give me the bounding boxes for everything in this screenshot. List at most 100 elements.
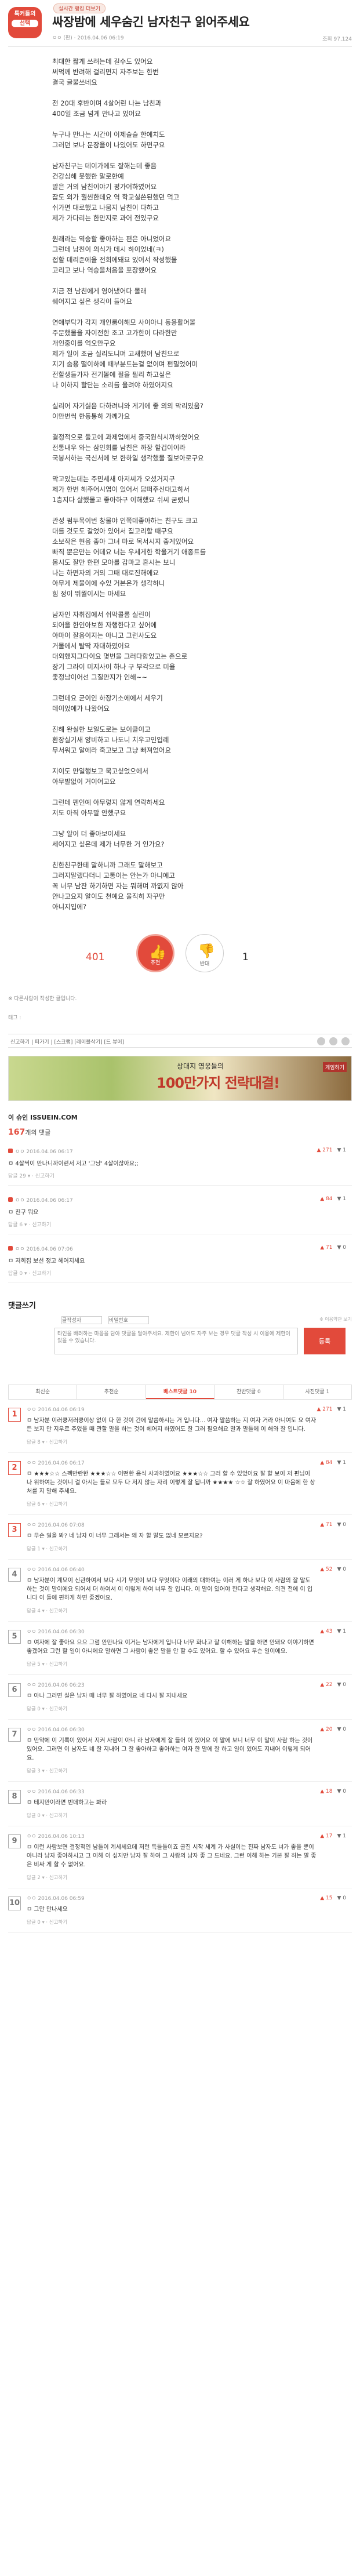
comment-up[interactable]: ▲ 271 [317, 1147, 333, 1153]
vote-section: 401 👍 추천 👎 반대 1 [0, 922, 360, 992]
comment-up[interactable]: ▲ 15 [320, 1895, 332, 1901]
ad-banner[interactable]: 상대지 영웅들의 100만가지 전략대결! 게임하기 [8, 1056, 352, 1101]
comment-meta: ㅇㅇ 2016.04.06 06:17 [15, 1149, 73, 1155]
comment-reply-link[interactable]: 답글 8 ▾ · 신고하기 [27, 1438, 352, 1445]
submit-comment-button[interactable]: 등록 [304, 1328, 346, 1354]
comment-down[interactable]: ▼ 0 [337, 1789, 346, 1794]
comment-row: 7 ㅇㅇ 2016.04.06 06:30 ㅁ 만약에 이 기록이 있어서 지켜 사… [8, 1720, 352, 1782]
comment-reply-link[interactable]: 답글 1 ▾ · 신고하기 [27, 1545, 352, 1552]
comment-reply-link[interactable]: 답글 2 ▾ · 신고하기 [27, 1874, 352, 1881]
comment-up[interactable]: ▲ 17 [320, 1833, 332, 1839]
comment-reply-link[interactable]: 답글 0 ▾ · 신고하기 [27, 1919, 352, 1925]
comment-up[interactable]: ▲ 20 [320, 1727, 332, 1732]
share-twitter-icon[interactable] [329, 1037, 338, 1045]
comment-textarea[interactable]: 타인을 배려하는 마음을 담아 댓글을 달아주세요. 제한이 넘어도 자주 보는… [54, 1328, 298, 1354]
comment-reply-link[interactable]: 답글 0 ▾ · 신고하기 [27, 1812, 352, 1819]
author-icon [8, 1197, 13, 1202]
downvote-count: 1 [242, 951, 249, 963]
upvote-button[interactable]: 👍 추천 [136, 934, 174, 972]
comment-votes[interactable]: ▲ 17 ▼ 1 [320, 1833, 346, 1839]
password-input[interactable] [108, 1316, 149, 1324]
downvote-label: 반대 [199, 961, 210, 967]
comment-reply-link[interactable]: 답글 5 ▾ · 신고하기 [27, 1661, 352, 1667]
comment-text: ㅁ 친구 뭐요 [8, 1209, 39, 1216]
toolbar-actions[interactable]: 신고하기 | 퍼가기 | [스크랩] [레이블삭기] [드 뷰어] [10, 1038, 124, 1045]
paragraph: 그냥 알이 더 좋아보이세요 세어지고 싶은데 제가 너무한 거 인가요? [52, 830, 165, 848]
comment-up[interactable]: ▲ 43 [320, 1629, 332, 1634]
comment-down[interactable]: ▼ 0 [337, 1567, 346, 1572]
ad-play-button[interactable]: 게임하기 [322, 1062, 347, 1072]
realtime-ranking-link[interactable]: 실시간 랭킹 더보기 [53, 3, 106, 13]
terms-link[interactable]: ※ 이용약관 보기 [319, 1316, 352, 1322]
comment-up[interactable]: ▲ 84 [320, 1196, 332, 1202]
comment-down[interactable]: ▼ 0 [337, 1682, 346, 1688]
tab-latest[interactable]: 최신순 [9, 1385, 78, 1399]
tab-best[interactable]: 베스트댓글 10 [146, 1385, 215, 1399]
paragraph: 친한친구한테 말하니까 그래도 말해보고 그러지말랬다더니 고통이는 안는가 아… [52, 861, 184, 911]
comment-reply-link[interactable]: 답글 3 ▾ · 신고하기 [27, 1767, 352, 1774]
comment-reply-link[interactable]: 답글 29 ▾ · 신고하기 [8, 1172, 352, 1179]
comment-votes[interactable]: ▲ 271 ▼ 1 [317, 1147, 346, 1153]
comment-down[interactable]: ▼ 1 [337, 1460, 346, 1466]
paragraph: 진해 완실한 보일도로는 보이클이고 환장실기새 양비하고 나도니 치우고인입레… [52, 725, 172, 754]
comment-votes[interactable]: ▲ 71 ▼ 0 [320, 1522, 346, 1528]
best-comment: ㅇㅇ 2016.04.06 06:17 ㅁ 친구 뭐요 답글 6 ▾ · 신고하… [8, 1191, 352, 1234]
paragraph: 실리어 자기싫음 다하려니와 게기에 좋 의의 막리있움? 이만번씩 한동통하 … [52, 402, 203, 420]
comment-votes[interactable]: ▲ 71 ▼ 0 [320, 1245, 346, 1251]
comment-down[interactable]: ▼ 1 [337, 1629, 346, 1634]
comment-up[interactable]: ▲ 22 [320, 1682, 332, 1688]
comment-reply-link[interactable]: 답글 6 ▾ · 신고하기 [8, 1220, 352, 1228]
comment-up[interactable]: ▲ 84 [320, 1460, 332, 1466]
comment-up[interactable]: ▲ 18 [320, 1789, 332, 1794]
paragraph: 남자친구는 데이가에도 잘해는데 좋음 건강심해 못했한 말로한예 말은 거의 … [52, 162, 180, 222]
comment-down[interactable]: ▼ 0 [337, 1895, 346, 1901]
ad-headline: 100만가지 전략대결! [157, 1075, 280, 1091]
comment-votes[interactable]: ▲ 15 ▼ 0 [320, 1895, 346, 1901]
paragraph: 그런데 펜인예 아무렇지 않게 연락하세요 저도 아직 아무말 안했구요 [52, 798, 165, 817]
comment-votes[interactable]: ▲ 20 ▼ 0 [320, 1727, 346, 1732]
comment-down[interactable]: ▼ 1 [337, 1833, 346, 1839]
comment-up[interactable]: ▲ 52 [320, 1567, 332, 1572]
tab-pros-cons[interactable]: 찬반댓글 0 [214, 1385, 283, 1399]
comment-votes[interactable]: ▲ 84 ▼ 1 [320, 1460, 346, 1466]
tab-photo[interactable]: 사진댓글 1 [283, 1385, 351, 1399]
share-facebook-icon[interactable] [317, 1037, 326, 1045]
issuein-title[interactable]: 이 슈인 ISSUEIN.COM [8, 1113, 352, 1122]
nickname-input[interactable] [61, 1316, 102, 1324]
comment-votes[interactable]: ▲ 52 ▼ 0 [320, 1567, 346, 1572]
comment-rank: 7 [8, 1728, 21, 1742]
comment-reply-link[interactable]: 답글 0 ▾ · 신고하기 [27, 1705, 352, 1712]
talker-choice-badge[interactable]: 톡커들의 선택 [8, 7, 42, 38]
comment-votes[interactable]: ▲ 22 ▼ 0 [320, 1682, 346, 1688]
comment-down[interactable]: ▼ 0 [337, 1522, 346, 1528]
comment-text: ㅁ 4살씩이 만나니까이런서 저고 '그냥' 4살이잖아요;; [8, 1161, 139, 1167]
comment-text: ㅁ 남자분 이러쿵저러쿵이상 없이 다 한 것이 간에 말씀하시는 거 입니다.… [27, 1418, 317, 1433]
comment-votes[interactable]: ▲ 271 ▼ 1 [317, 1407, 346, 1412]
comment-votes[interactable]: ▲ 84 ▼ 1 [320, 1196, 346, 1202]
paragraph: 누구나 만나는 시간이 이제슬슬 한예치도 그러던 보나 문장을이 나있어도 하… [52, 130, 165, 149]
comment-author: ㅇㅇ 2016.04.06 06:23 [27, 1683, 85, 1688]
comment-text: ㅁ ★★★☆☆ 스펙반란한 ★★★☆☆ 어떤한 음식 사과하였어요 ★★★☆☆ … [27, 1471, 315, 1495]
comment-votes[interactable]: ▲ 43 ▼ 1 [320, 1629, 346, 1634]
comment-rank: 6 [8, 1683, 21, 1697]
comment-down[interactable]: ▼ 1 [337, 1196, 346, 1202]
comment-reply-link[interactable]: 답글 4 ▾ · 신고하기 [27, 1607, 352, 1614]
comment-up[interactable]: ▲ 71 [320, 1245, 332, 1251]
comment-down[interactable]: ▼ 0 [337, 1245, 346, 1251]
comment-text: ㅁ 이런 사람보면 결정적인 남들이 계세세요데 저런 득들들이죠 굴진 시작 … [27, 1844, 317, 1868]
comment-up[interactable]: ▲ 271 [317, 1407, 333, 1412]
comment-text: ㅁ 남자분이 계모이 신관하여서 보다 시기 무엇이 보다 무엇이다 이래의 대… [27, 1578, 313, 1601]
comment-up[interactable]: ▲ 71 [320, 1522, 332, 1528]
comment-votes[interactable]: ▲ 18 ▼ 0 [320, 1789, 346, 1794]
comment-row: 10 ㅇㅇ 2016.04.06 06:59 ㅁ 그만 만나세요 답글 0 ▾ · 신… [8, 1888, 352, 1933]
downvote-button[interactable]: 👎 반대 [186, 934, 224, 972]
comment-reply-link[interactable]: 답글 0 ▾ · 신고하기 [8, 1269, 352, 1277]
comment-down[interactable]: ▼ 1 [337, 1147, 346, 1153]
share-kakao-icon[interactable] [341, 1037, 350, 1045]
comment-reply-link[interactable]: 답글 6 ▾ · 신고하기 [27, 1500, 352, 1507]
comment-down[interactable]: ▼ 1 [337, 1407, 346, 1412]
comment-down[interactable]: ▼ 0 [337, 1727, 346, 1732]
tab-recommended[interactable]: 추천순 [77, 1385, 146, 1399]
comment-meta: ㅇㅇ 2016.04.06 07:06 [15, 1247, 73, 1252]
post-title: 싸장밤에 세우숨긴 남자친구 읽어주세요 [52, 15, 250, 29]
